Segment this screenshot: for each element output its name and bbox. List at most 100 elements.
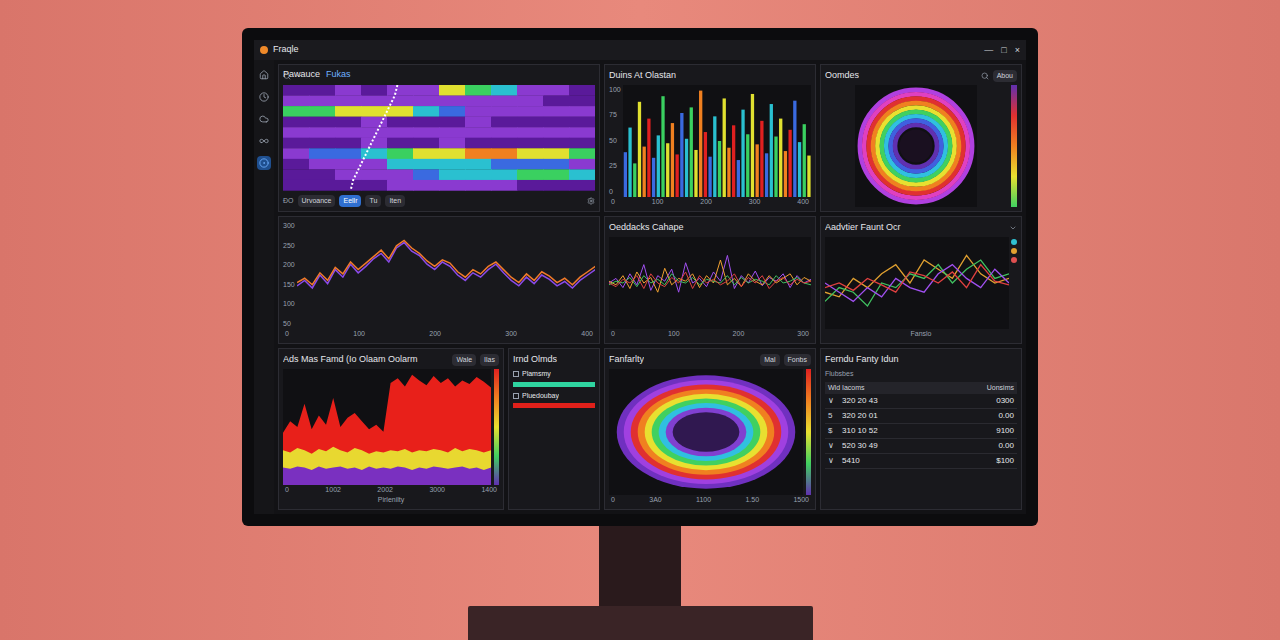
- sidebar-item[interactable]: [257, 68, 271, 82]
- donut-ring: [869, 99, 964, 194]
- spectrogram-cell: [465, 106, 492, 117]
- spectrogram-cell: [439, 180, 466, 191]
- window-control[interactable]: —: [984, 46, 993, 55]
- spectrogram-cell: [543, 148, 570, 159]
- sidebar-item[interactable]: [257, 112, 271, 126]
- chart-line: [825, 260, 1009, 306]
- panel-header: OomdesAbou: [825, 69, 1017, 83]
- chip-button[interactable]: Eellr: [339, 195, 361, 208]
- column-header[interactable]: Uonsims: [987, 383, 1014, 394]
- sidebar-item[interactable]: [257, 156, 271, 170]
- bar: [718, 141, 721, 197]
- spectrogram-cell: [439, 106, 466, 117]
- spectrogram-cell: [491, 148, 518, 159]
- wave-line: [297, 243, 595, 288]
- heatmap-ring: [638, 389, 775, 475]
- chevron-down-icon[interactable]: [1009, 224, 1017, 232]
- window-control[interactable]: ×: [1015, 46, 1020, 55]
- legend-checkbox[interactable]: [513, 393, 519, 399]
- sidebar-item[interactable]: [257, 90, 271, 104]
- table-row[interactable]: $310 10 529100: [825, 424, 1017, 439]
- donut-chart: [825, 85, 1007, 207]
- spectrogram-cell: [517, 106, 544, 117]
- color-scale: [1011, 85, 1017, 207]
- panel-header: Ferndu Fanty Idun: [825, 353, 1017, 367]
- column-header[interactable]: Wld Iacoms: [828, 383, 865, 394]
- donut-ring: [886, 116, 946, 176]
- heatmap-ring: [666, 408, 747, 457]
- spectrogram-cell: [387, 106, 414, 117]
- chip-button[interactable]: Fonbs: [784, 354, 811, 367]
- row-marker: ∨: [828, 440, 836, 452]
- spectrogram-cell: [543, 169, 570, 180]
- legend-checkbox[interactable]: [513, 371, 519, 377]
- line-chart-a: [609, 237, 811, 329]
- spectrogram-cell: [517, 127, 544, 138]
- spectrogram-cell: [361, 169, 388, 180]
- tick-label: 0: [611, 197, 615, 207]
- spectrogram-cell: [361, 85, 388, 96]
- chip-button[interactable]: Ilas: [480, 354, 499, 367]
- chip-button[interactable]: Abou: [993, 70, 1017, 83]
- x-axis-label: Pirlenilty: [283, 495, 499, 505]
- clock-icon: [259, 92, 269, 102]
- row-value: 0.00: [998, 410, 1014, 422]
- spectrogram-cell: [413, 180, 440, 191]
- bar: [638, 102, 641, 197]
- panel-title: Ferndu Fanty Idun: [825, 353, 899, 367]
- spectrogram-cell: [569, 106, 595, 117]
- spectrogram-cell: [387, 159, 414, 170]
- line-chart-b: [825, 237, 1009, 329]
- settings-icon[interactable]: [587, 197, 595, 205]
- x-ticks: 0100200300400: [609, 197, 811, 207]
- spectrogram-cell: [439, 159, 466, 170]
- y-ticks: 30025020015010050: [283, 221, 295, 329]
- infinity-icon: [259, 136, 269, 146]
- wave-line: [297, 240, 595, 284]
- tick-label: 50: [609, 136, 621, 147]
- table-row[interactable]: ∨5410$100: [825, 454, 1017, 469]
- bar: [736, 160, 739, 197]
- spectrogram-cell: [543, 106, 570, 117]
- chip-button[interactable]: Tu: [365, 195, 381, 208]
- bar: [769, 104, 772, 197]
- table-row[interactable]: ∨320 20 430300: [825, 394, 1017, 409]
- legend-item[interactable]: Pluedoubay: [513, 391, 595, 409]
- table-row[interactable]: ∨520 30 490.00: [825, 439, 1017, 454]
- bar: [699, 91, 702, 197]
- tick-label: 0: [611, 495, 615, 505]
- sidebar-item[interactable]: [257, 134, 271, 148]
- sidebar: [254, 60, 274, 514]
- spectrogram-trace: [351, 85, 398, 191]
- tab[interactable]: Fukas: [326, 68, 351, 82]
- spectrogram-cell: [517, 169, 544, 180]
- bar: [642, 147, 645, 197]
- tick-label: 400: [797, 197, 809, 207]
- spectrogram-cell: [335, 85, 362, 96]
- chip-button[interactable]: Wale: [452, 354, 476, 367]
- cloud-icon: [259, 114, 269, 124]
- x-ticks: 01002200230001400: [283, 485, 499, 495]
- chart-line: [609, 255, 811, 292]
- bar: [633, 163, 636, 197]
- heatmap-ring: [631, 385, 782, 480]
- tick-label: 0: [285, 329, 289, 339]
- bar-chart: [623, 85, 811, 197]
- tick-label: 200: [283, 260, 295, 271]
- donut-ring: [860, 90, 972, 202]
- chip-button[interactable]: Urvoance: [298, 195, 336, 208]
- chip-button[interactable]: Mal: [760, 354, 779, 367]
- home-icon: [259, 70, 269, 80]
- bar: [798, 142, 801, 197]
- tab[interactable]: Pawauce: [283, 68, 320, 82]
- spectrogram-panel: PawauceFukasĐOUrvoanceEellrTuIten: [278, 64, 600, 212]
- search-icon[interactable]: [981, 72, 989, 80]
- legend-item[interactable]: Plamsmy: [513, 369, 595, 387]
- window-control[interactable]: □: [1001, 46, 1006, 55]
- chip-button[interactable]: Iten: [385, 195, 405, 208]
- tick-label: 200: [700, 197, 712, 207]
- spectrogram-cell: [413, 159, 440, 170]
- bar: [670, 123, 673, 197]
- bar: [755, 144, 758, 197]
- table-row[interactable]: 5320 20 010.00: [825, 409, 1017, 424]
